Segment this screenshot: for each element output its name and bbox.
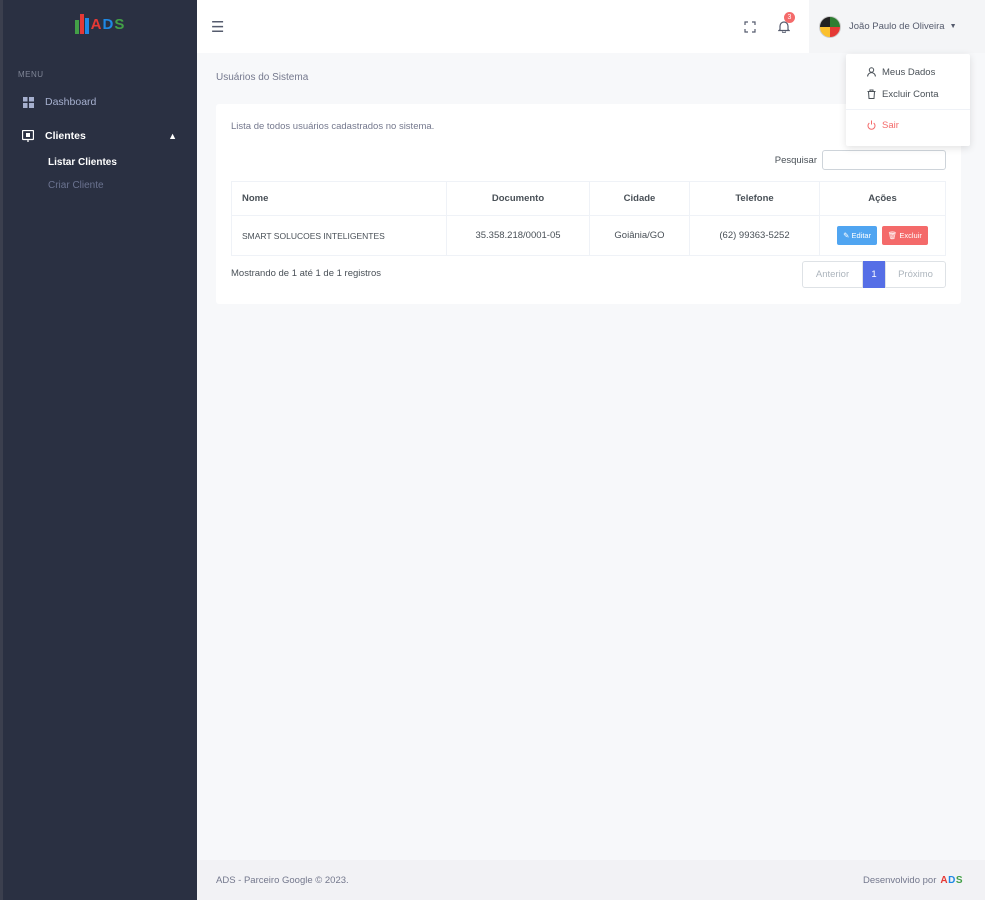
table-info: Mostrando de 1 até 1 de 1 registros xyxy=(231,268,381,279)
menu-item-sair[interactable]: Sair xyxy=(846,114,970,136)
delete-button-label: Excluir xyxy=(899,231,922,240)
sidebar-subitem-listar-clientes[interactable]: Listar Clientes xyxy=(3,151,197,174)
footer-developed-by: Desenvolvido por xyxy=(862,874,937,886)
notification-badge: 3 xyxy=(784,12,795,23)
users-table: Nome Documento Cidade Telefone Ações SMA… xyxy=(231,181,946,256)
table-header-row: Nome Documento Cidade Telefone Ações xyxy=(231,181,946,216)
page-title: Usuários do Sistema xyxy=(216,72,309,83)
dashboard-icon xyxy=(21,95,35,109)
footer: ADS - Parceiro Google © 2023. Desenvolvi… xyxy=(197,860,985,900)
topbar: ☰ 3 João Paulo de Oliveira ▼ xyxy=(197,0,985,53)
column-header-documento[interactable]: Documento xyxy=(446,181,590,216)
power-icon xyxy=(865,120,877,130)
search-label: Pesquisar xyxy=(774,154,817,166)
column-header-acoes: Ações xyxy=(819,181,946,216)
sidebar-subitem-criar-cliente[interactable]: Criar Cliente xyxy=(3,174,197,197)
column-header-nome[interactable]: Nome xyxy=(231,181,447,216)
logo-text: ADS xyxy=(90,15,126,33)
app-logo[interactable]: ADS xyxy=(3,0,197,48)
chevron-up-icon: ▲ xyxy=(168,131,177,141)
menu-divider xyxy=(846,109,970,110)
pagination: Anterior 1 Próximo xyxy=(802,261,946,288)
user-menu-toggle[interactable]: João Paulo de Oliveira ▼ xyxy=(809,0,985,53)
cell-acoes: ✎ Editar 🗑 Excluir xyxy=(819,215,946,256)
cell-documento: 35.358.218/0001-05 xyxy=(446,215,590,256)
user-dropdown-menu: Meus Dados Excluir Conta Sair xyxy=(846,54,970,146)
sidebar-item-clientes[interactable]: Clientes ▲ xyxy=(3,121,197,151)
pagination-previous[interactable]: Anterior xyxy=(802,261,863,288)
user-name: João Paulo de Oliveira xyxy=(849,21,945,32)
footer-copyright: ADS - Parceiro Google © 2023. xyxy=(216,874,349,886)
hamburger-icon[interactable]: ☰ xyxy=(211,18,224,36)
table-row: SMART SOLUCOES INTELIGENTES 35.358.218/0… xyxy=(231,215,946,256)
trash-icon: 🗑 xyxy=(887,231,898,240)
sidebar-item-dashboard[interactable]: Dashboard xyxy=(3,87,197,117)
menu-item-label: Sair xyxy=(882,119,899,131)
user-icon xyxy=(865,67,877,77)
logo-mark-icon xyxy=(74,14,89,34)
menu-item-excluir-conta[interactable]: Excluir Conta xyxy=(846,83,970,105)
sidebar-item-label: Clientes xyxy=(45,130,86,142)
menu-item-label: Meus Dados xyxy=(882,66,936,78)
sidebar: ADS MENU Dashboard Clientes ▲ Listar Cli… xyxy=(0,0,197,900)
search-input[interactable] xyxy=(822,150,946,170)
delete-button[interactable]: 🗑 Excluir xyxy=(881,226,928,245)
pagination-next[interactable]: Próximo xyxy=(885,261,946,288)
column-header-telefone[interactable]: Telefone xyxy=(689,181,820,216)
clients-icon xyxy=(21,129,35,143)
notification-bell-icon[interactable]: 3 xyxy=(767,12,801,33)
search-box: Pesquisar xyxy=(775,150,946,170)
edit-button-label: Editar xyxy=(851,231,872,240)
cell-telefone: (62) 99363-5252 xyxy=(689,215,820,256)
fullscreen-icon[interactable] xyxy=(733,20,767,33)
cell-nome: SMART SOLUCOES INTELIGENTES xyxy=(231,215,447,256)
chevron-down-icon: ▼ xyxy=(949,23,957,30)
menu-item-label: Excluir Conta xyxy=(882,88,939,100)
sidebar-item-label: Dashboard xyxy=(45,96,97,108)
menu-title: MENU xyxy=(18,70,44,79)
pagination-page-1[interactable]: 1 xyxy=(863,261,885,288)
card-description: Lista de todos usuários cadastrados no s… xyxy=(231,121,435,132)
menu-item-meus-dados[interactable]: Meus Dados xyxy=(846,61,970,83)
footer-logo[interactable]: ADS xyxy=(940,875,963,886)
trash-icon xyxy=(865,89,877,99)
edit-icon: ✎ xyxy=(843,231,850,240)
cell-cidade: Goiânia/GO xyxy=(589,215,690,256)
avatar xyxy=(819,15,841,38)
column-header-cidade[interactable]: Cidade xyxy=(589,181,690,216)
edit-button[interactable]: ✎ Editar xyxy=(837,226,878,245)
